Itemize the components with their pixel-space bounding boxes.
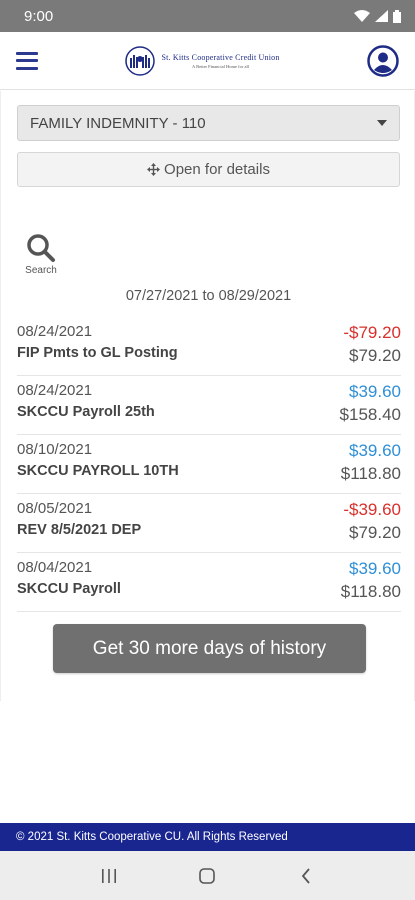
- back-icon: [301, 867, 310, 884]
- logo-hands-icon: [125, 45, 156, 76]
- logo-tagline: A Better Financial Home for all: [191, 63, 250, 69]
- profile-icon[interactable]: [367, 44, 399, 77]
- transaction-description: SKCCU Payroll 25th: [17, 404, 155, 420]
- transaction-date: 08/10/2021: [17, 441, 93, 458]
- transaction-row[interactable]: 08/10/2021 SKCCU PAYROLL 10TH $39.60 $11…: [17, 435, 401, 494]
- back-button[interactable]: [286, 861, 326, 891]
- transaction-balance: $79.20: [349, 523, 401, 542]
- status-time: 9:00: [24, 7, 54, 25]
- battery-icon: [393, 9, 401, 23]
- transaction-description: SKCCU Payroll: [17, 581, 121, 597]
- open-details-label: Open for details: [164, 161, 270, 178]
- system-nav-bar: [0, 851, 415, 900]
- wifi-icon: [354, 10, 370, 22]
- transaction-date: 08/05/2021: [17, 500, 93, 517]
- transaction-row[interactable]: 08/24/2021 FIP Pmts to GL Posting -$79.2…: [17, 317, 401, 376]
- logo-name: St. Kitts Cooperative Credit Union: [161, 52, 280, 62]
- app-header: St. Kitts Cooperative Credit Union A Bet…: [0, 32, 415, 90]
- transaction-description: SKCCU PAYROLL 10TH: [17, 463, 179, 479]
- chevron-down-icon: [377, 120, 387, 126]
- home-button[interactable]: [187, 861, 227, 891]
- home-icon: [199, 867, 216, 884]
- transaction-row[interactable]: 08/24/2021 SKCCU Payroll 25th $39.60 $15…: [17, 376, 401, 435]
- recent-apps-button[interactable]: [89, 861, 129, 891]
- transaction-description: REV 8/5/2021 DEP: [17, 522, 142, 538]
- transaction-balance: $79.20: [349, 346, 401, 365]
- transaction-row[interactable]: 08/05/2021 REV 8/5/2021 DEP -$39.60 $79.…: [17, 494, 401, 553]
- transaction-description: FIP Pmts to GL Posting: [17, 345, 178, 361]
- date-range: 07/27/2021 to 08/29/2021: [125, 288, 292, 304]
- transaction-amount: $39.60: [349, 382, 401, 401]
- transaction-list: 08/24/2021 FIP Pmts to GL Posting -$79.2…: [17, 317, 401, 612]
- transaction-amount: -$79.20: [343, 323, 401, 342]
- move-arrows-icon: [147, 163, 161, 176]
- transaction-date: 08/24/2021: [17, 323, 93, 340]
- recent-apps-icon: [102, 868, 117, 883]
- transaction-date: 08/04/2021: [17, 559, 93, 576]
- transaction-date: 08/24/2021: [17, 382, 93, 399]
- account-select-value: FAMILY INDEMNITY - 110: [30, 114, 206, 132]
- open-details-button[interactable]: Open for details: [17, 152, 400, 187]
- more-history-button[interactable]: Get 30 more days of history: [53, 624, 366, 673]
- transaction-amount: -$39.60: [343, 500, 401, 519]
- menu-icon[interactable]: [16, 51, 38, 70]
- transaction-balance: $118.80: [340, 464, 401, 483]
- credit-union-logo: St. Kitts Cooperative Credit Union A Bet…: [125, 45, 280, 76]
- transaction-row[interactable]: 08/04/2021 SKCCU Payroll $39.60 $118.80: [17, 553, 401, 612]
- search-label: Search: [25, 265, 57, 276]
- status-bar: 9:00: [0, 0, 415, 32]
- transaction-amount: $39.60: [349, 559, 401, 578]
- account-history-panel: FAMILY INDEMNITY - 110 Open for details …: [0, 91, 415, 701]
- copyright-footer: © 2021 St. Kitts Cooperative CU. All Rig…: [0, 823, 415, 851]
- search-icon: [27, 234, 55, 262]
- signal-icon: [375, 10, 388, 22]
- status-icons: [354, 9, 401, 23]
- transaction-amount: $39.60: [349, 441, 401, 460]
- transaction-balance: $158.40: [339, 405, 401, 424]
- account-select[interactable]: FAMILY INDEMNITY - 110: [17, 105, 400, 141]
- transaction-balance: $118.80: [340, 582, 401, 601]
- search-button[interactable]: Search: [21, 233, 61, 276]
